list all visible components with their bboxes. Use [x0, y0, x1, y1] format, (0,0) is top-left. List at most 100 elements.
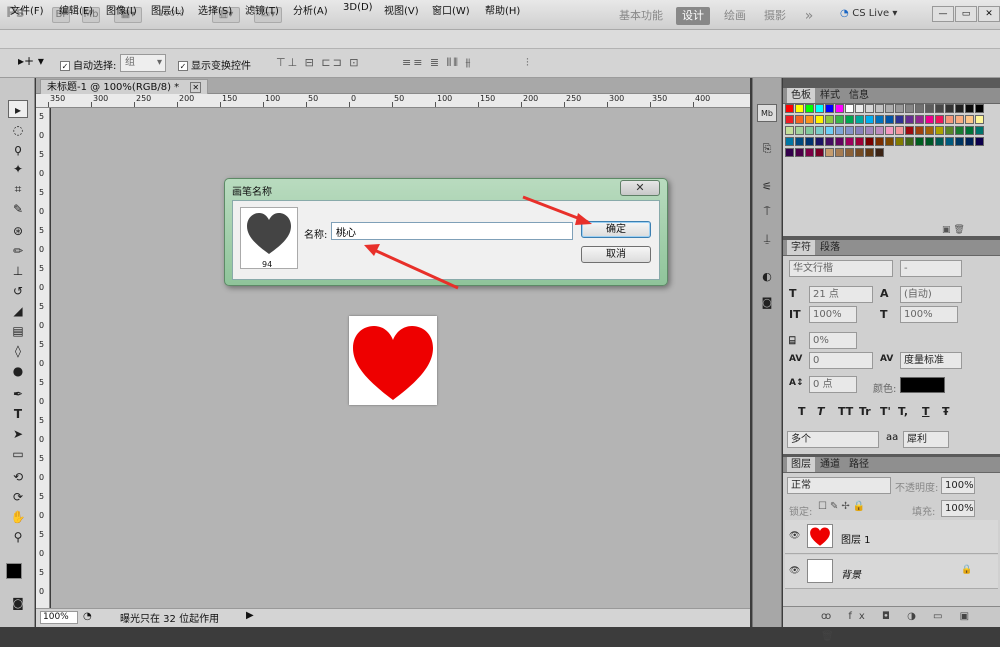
color-swatch[interactable] — [955, 126, 964, 135]
visibility-eye-icon[interactable]: 👁 — [789, 531, 800, 541]
color-swatch[interactable] — [795, 104, 804, 113]
color-swatch[interactable] — [825, 126, 834, 135]
fill-field[interactable]: 100% — [941, 500, 975, 517]
font-family-dropdown[interactable]: 华文行楷 — [789, 260, 893, 277]
color-swatch[interactable] — [855, 126, 864, 135]
color-swatch[interactable] — [965, 137, 974, 146]
color-swatch[interactable] — [865, 148, 874, 157]
mini-bridge-panel-icon[interactable]: Mb — [757, 104, 777, 122]
color-swatch[interactable] — [875, 148, 884, 157]
color-swatch[interactable] — [795, 148, 804, 157]
color-swatch[interactable] — [915, 126, 924, 135]
tab-paths[interactable]: 路径 — [845, 457, 873, 472]
color-swatch[interactable] — [955, 104, 964, 113]
tab-layers[interactable]: 图层 — [787, 457, 815, 472]
color-swatch[interactable] — [915, 104, 924, 113]
color-swatch[interactable] — [895, 137, 904, 146]
color-swatch[interactable] — [785, 104, 794, 113]
superscript-button[interactable]: T' — [880, 405, 891, 418]
color-swatch[interactable] — [965, 126, 974, 135]
brush-presets-icon[interactable]: ⚟ — [757, 178, 777, 196]
color-swatch[interactable] — [935, 137, 944, 146]
color-swatch[interactable] — [825, 115, 834, 124]
tab-swatches[interactable]: 色板 — [787, 88, 815, 103]
color-swatch[interactable] — [895, 104, 904, 113]
color-swatch[interactable] — [855, 148, 864, 157]
color-swatch[interactable] — [875, 115, 884, 124]
color-swatch[interactable] — [835, 148, 844, 157]
color-swatch[interactable] — [815, 104, 824, 113]
color-swatch[interactable] — [845, 137, 854, 146]
color-swatch[interactable] — [785, 137, 794, 146]
underline-button[interactable]: T — [922, 405, 930, 418]
color-swatch[interactable] — [875, 126, 884, 135]
color-swatch[interactable] — [885, 126, 894, 135]
color-swatch[interactable] — [815, 148, 824, 157]
font-size-field[interactable]: 21 点 — [809, 286, 873, 303]
swatch-actions-icon[interactable]: ▣ 🗑 — [942, 225, 965, 235]
color-swatch[interactable] — [805, 137, 814, 146]
swatch-grid[interactable] — [785, 104, 985, 178]
color-swatch[interactable] — [955, 115, 964, 124]
color-swatch[interactable] — [975, 137, 984, 146]
color-swatch[interactable] — [885, 104, 894, 113]
color-swatch[interactable] — [845, 148, 854, 157]
color-swatch[interactable] — [945, 137, 954, 146]
font-style-dropdown[interactable]: - — [900, 260, 962, 277]
brush-panel-icon[interactable]: ⍑ — [757, 203, 777, 221]
layers-footer[interactable]: ꝏ fx ◘ ◑ ▭ ▣ 🗑 — [783, 606, 1000, 642]
color-swatch[interactable] — [905, 115, 914, 124]
color-swatch[interactable] — [785, 148, 794, 157]
color-swatch[interactable] — [895, 115, 904, 124]
color-swatch[interactable] — [795, 126, 804, 135]
color-swatch[interactable] — [905, 104, 914, 113]
color-swatch[interactable] — [805, 115, 814, 124]
history-panel-icon[interactable]: ⎘ — [757, 140, 777, 158]
color-swatch[interactable] — [935, 126, 944, 135]
color-swatch[interactable] — [825, 148, 834, 157]
all-caps-button[interactable]: TT — [838, 405, 853, 418]
color-swatch[interactable] — [805, 126, 814, 135]
color-swatch[interactable] — [895, 126, 904, 135]
strikethrough-button[interactable]: Ŧ — [942, 405, 950, 418]
clone-source-icon[interactable]: ⍊ — [757, 230, 777, 248]
tab-character[interactable]: 字符 — [787, 240, 815, 255]
leading-field[interactable]: (自动) — [900, 286, 962, 303]
color-swatch[interactable] — [925, 104, 934, 113]
faux-italic-button[interactable]: T — [817, 405, 825, 418]
color-swatch[interactable] — [905, 137, 914, 146]
color-swatch[interactable] — [965, 115, 974, 124]
color-swatch[interactable] — [815, 137, 824, 146]
subscript-button[interactable]: T, — [898, 405, 908, 418]
vertical-scale-field[interactable]: 100% — [809, 306, 857, 323]
color-swatch[interactable] — [875, 137, 884, 146]
color-swatch[interactable] — [865, 115, 874, 124]
tab-info[interactable]: 信息 — [845, 88, 873, 103]
color-swatch[interactable] — [905, 126, 914, 135]
color-swatch[interactable] — [975, 104, 984, 113]
color-swatch[interactable] — [805, 104, 814, 113]
color-swatch[interactable] — [825, 137, 834, 146]
tab-paragraph[interactable]: 段落 — [816, 240, 844, 255]
color-swatch[interactable] — [875, 104, 884, 113]
faux-bold-button[interactable]: T — [798, 405, 806, 418]
layer-row[interactable]: 👁 图层 1 — [785, 520, 998, 554]
lock-icons[interactable]: ☐✎✢🔒 — [818, 501, 868, 512]
color-swatch[interactable] — [845, 126, 854, 135]
layer-row[interactable]: 👁 背景 🔒 — [785, 555, 998, 589]
color-swatch[interactable] — [935, 104, 944, 113]
color-swatch[interactable] — [835, 126, 844, 135]
color-swatch[interactable] — [965, 104, 974, 113]
color-swatch[interactable] — [855, 115, 864, 124]
visibility-eye-icon[interactable]: 👁 — [789, 566, 800, 576]
color-swatch[interactable] — [795, 115, 804, 124]
color-swatch[interactable] — [865, 104, 874, 113]
color-swatch[interactable] — [835, 137, 844, 146]
color-swatch[interactable] — [885, 137, 894, 146]
color-swatch[interactable] — [885, 115, 894, 124]
opacity-field[interactable]: 100% — [941, 477, 975, 494]
adjustments-icon[interactable]: ◐ — [757, 268, 777, 286]
color-swatch[interactable] — [855, 137, 864, 146]
color-swatch[interactable] — [975, 126, 984, 135]
color-swatch[interactable] — [795, 137, 804, 146]
